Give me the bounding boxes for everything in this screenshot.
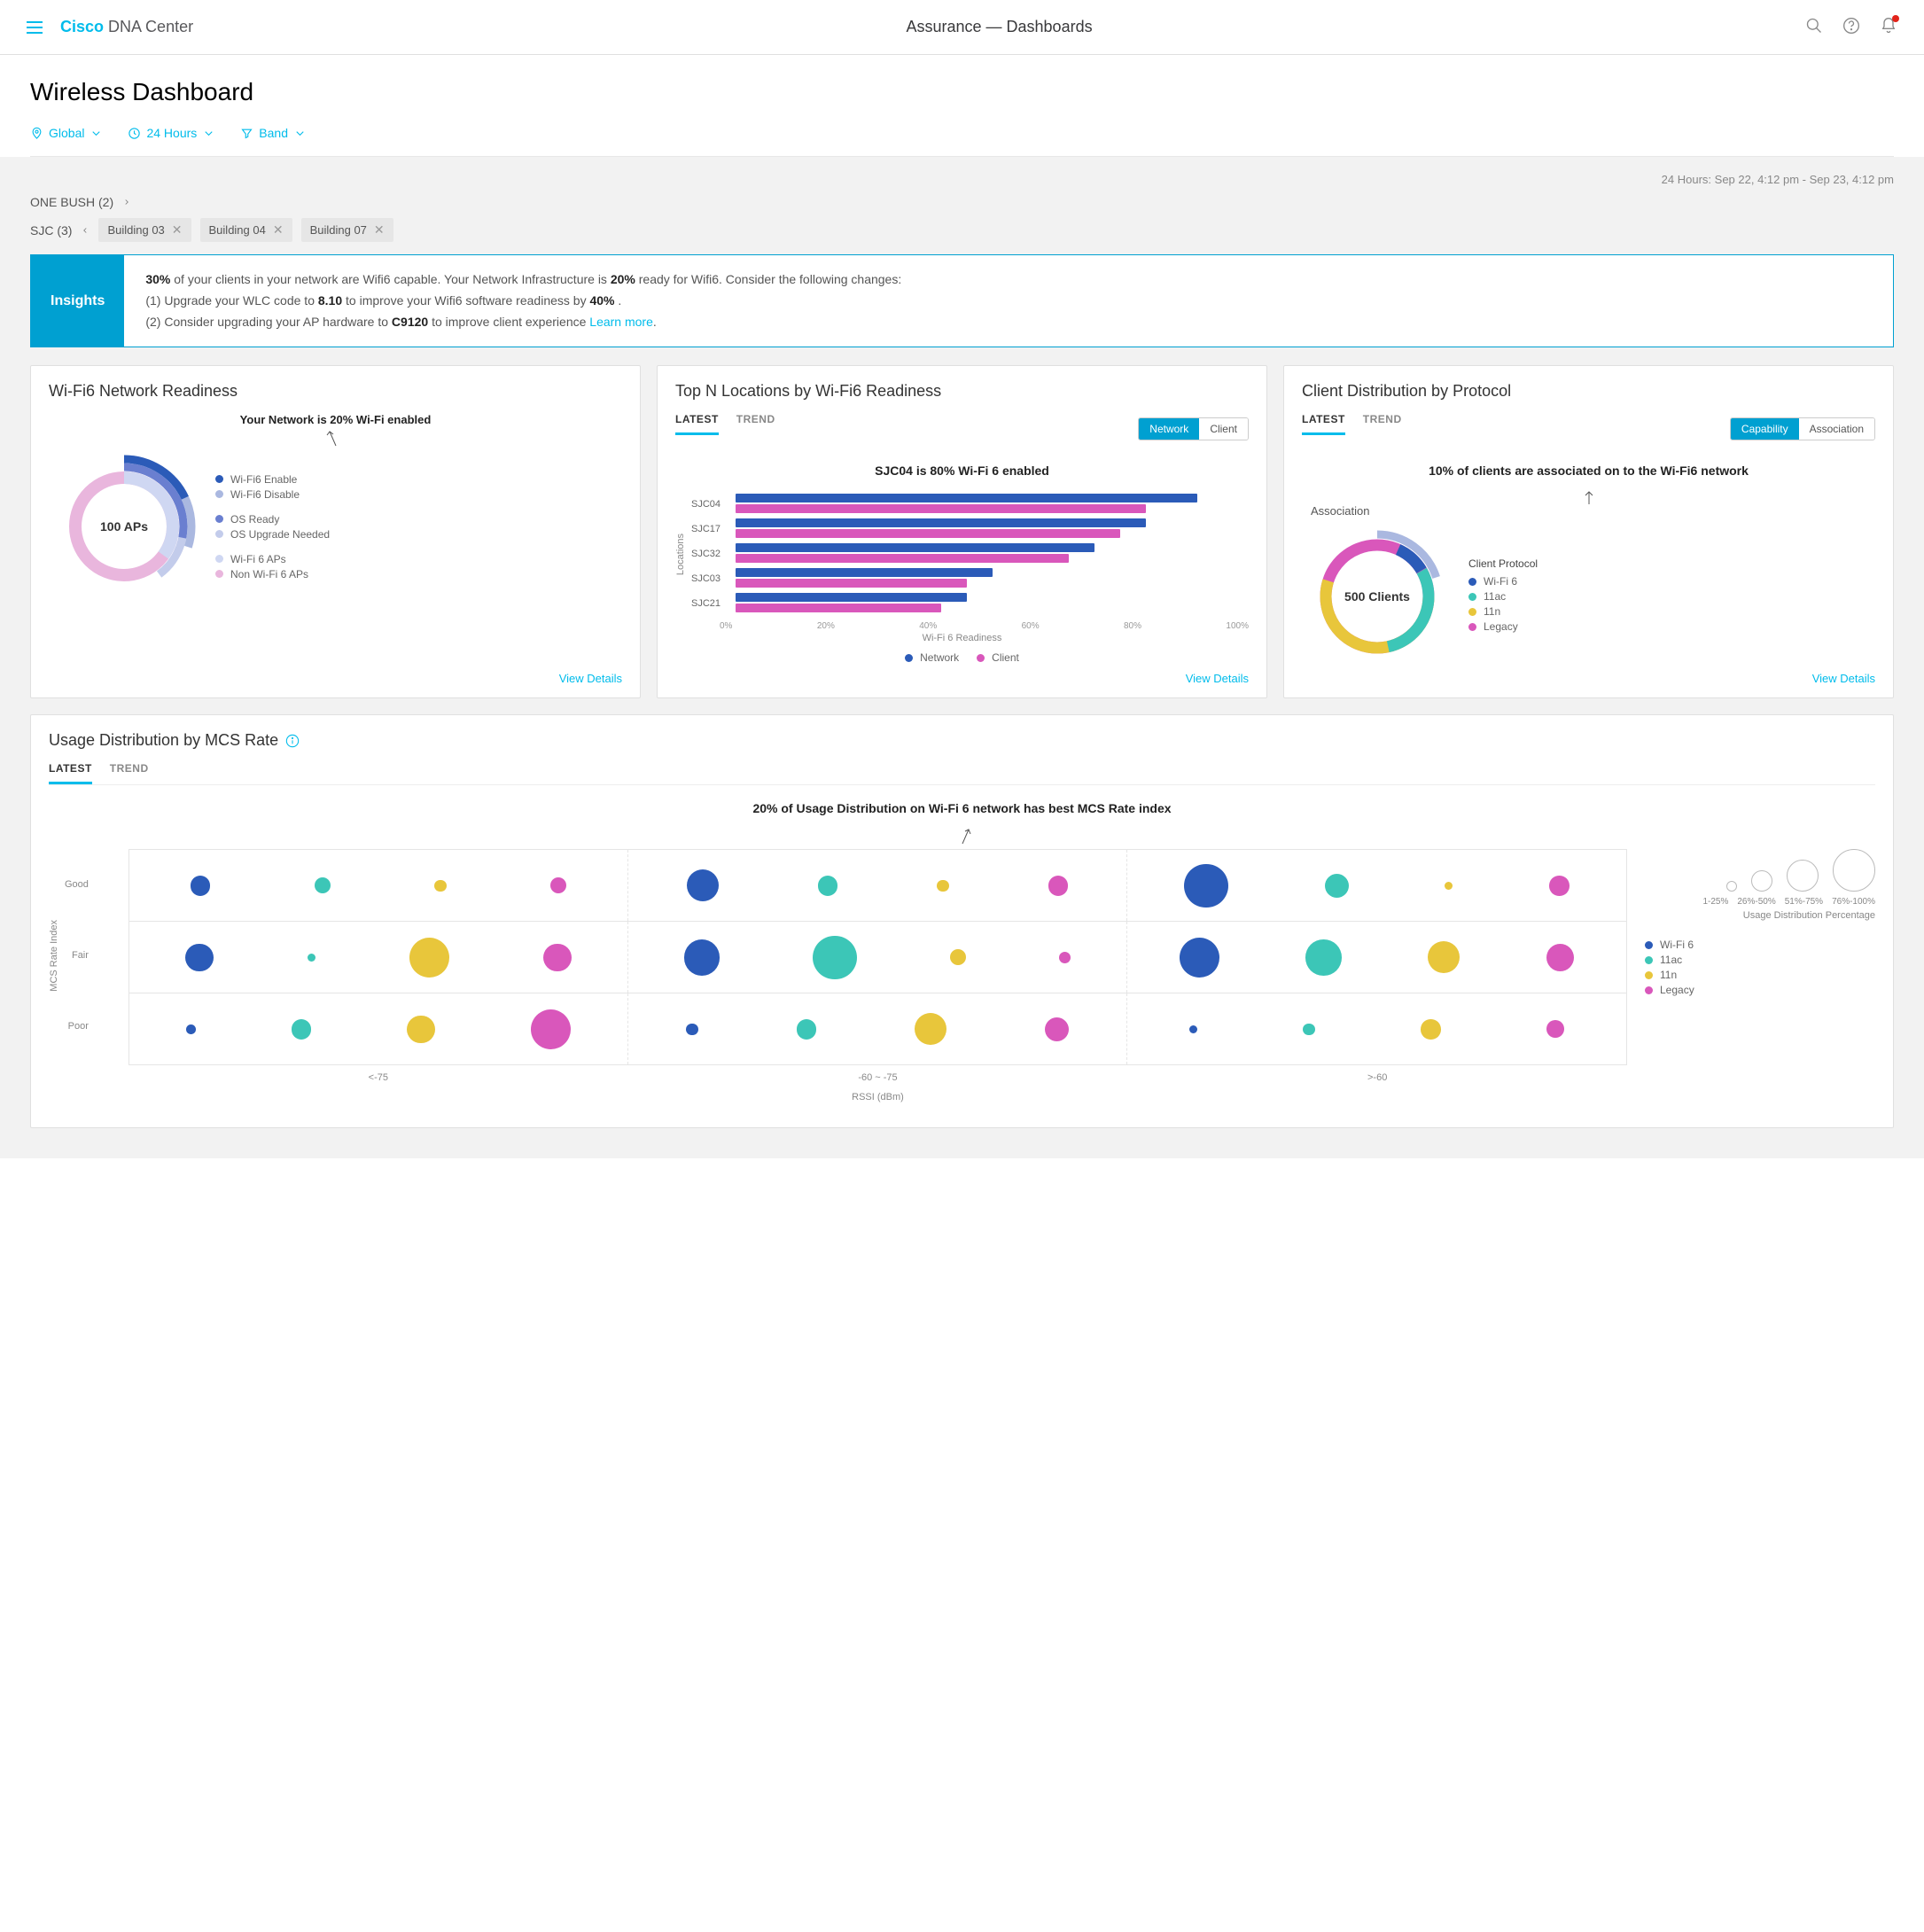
- card-title: Wi-Fi6 Network Readiness: [49, 382, 622, 401]
- arrow-icon: [323, 430, 349, 448]
- hamburger-icon[interactable]: [27, 21, 43, 34]
- toggle-client[interactable]: Client: [1199, 418, 1248, 440]
- mcs-legend: Wi-Fi 6 11ac 11n Legacy: [1645, 939, 1875, 996]
- filter-time[interactable]: 24 Hours: [128, 126, 215, 140]
- tab-trend[interactable]: TREND: [110, 762, 149, 784]
- card-title: Client Distribution by Protocol: [1302, 382, 1875, 401]
- filter-location[interactable]: Global: [30, 126, 103, 140]
- bell-icon[interactable]: [1880, 17, 1897, 37]
- view-details-link[interactable]: View Details: [49, 672, 622, 685]
- tab-trend[interactable]: TREND: [736, 413, 775, 435]
- chip-building-04[interactable]: Building 04✕: [200, 218, 292, 242]
- top-locations-bar-chart: SJC04 SJC17 SJC32 SJC03 SJC21: [691, 490, 1249, 618]
- toggle-association[interactable]: Association: [1799, 418, 1874, 440]
- brand-rest: DNA Center: [108, 18, 193, 35]
- tab-trend[interactable]: TREND: [1363, 413, 1402, 435]
- time-range: 24 Hours: Sep 22, 4:12 pm - Sep 23, 4:12…: [30, 173, 1894, 186]
- view-details-link[interactable]: View Details: [1302, 672, 1875, 685]
- svg-text:500 Clients: 500 Clients: [1344, 589, 1410, 604]
- chevron-right-icon: [122, 198, 131, 206]
- card-client-distribution: Client Distribution by Protocol LATEST T…: [1283, 365, 1894, 698]
- readiness-donut-chart: 100 APs: [49, 451, 199, 602]
- info-icon[interactable]: [285, 734, 300, 748]
- chevron-down-icon: [293, 127, 307, 140]
- search-icon[interactable]: [1805, 17, 1823, 37]
- card-usage-mcs: Usage Distribution by MCS Rate LATEST TR…: [30, 714, 1894, 1128]
- clock-icon: [128, 127, 141, 140]
- brand: Cisco DNA Center: [60, 18, 193, 36]
- svg-text:100 APs: 100 APs: [100, 519, 148, 534]
- close-icon[interactable]: ✕: [172, 222, 183, 238]
- size-legend: [1645, 849, 1875, 892]
- tab-latest[interactable]: LATEST: [49, 762, 92, 784]
- chip-building-03[interactable]: Building 03✕: [98, 218, 191, 242]
- view-details-link[interactable]: View Details: [675, 672, 1249, 685]
- card-wifi6-readiness: Wi-Fi6 Network Readiness Your Network is…: [30, 365, 641, 698]
- insights-body: 30% of your clients in your network are …: [124, 255, 923, 347]
- top-bar: Cisco DNA Center Assurance — Dashboards: [0, 0, 1924, 55]
- learn-more-link[interactable]: Learn more: [589, 315, 653, 329]
- insights-banner: Insights 30% of your clients in your net…: [30, 254, 1894, 347]
- toggle-network[interactable]: Network: [1139, 418, 1199, 440]
- pin-icon: [30, 127, 43, 140]
- toggle-capability-association[interactable]: Capability Association: [1730, 417, 1875, 440]
- help-icon[interactable]: [1842, 17, 1860, 37]
- chevron-left-icon: [81, 226, 90, 235]
- page-title: Wireless Dashboard: [30, 78, 1894, 106]
- toggle-capability[interactable]: Capability: [1731, 418, 1799, 440]
- location-row-1[interactable]: ONE BUSH (2): [30, 195, 1894, 209]
- client-legend: Client Protocol Wi-Fi 6 11ac 11n Legacy: [1468, 557, 1538, 635]
- chip-building-07[interactable]: Building 07✕: [301, 218, 393, 242]
- mcs-bubble-chart: [129, 849, 1627, 1065]
- close-icon[interactable]: ✕: [374, 222, 385, 238]
- card-title: Top N Locations by Wi-Fi6 Readiness: [675, 382, 1249, 401]
- tab-latest[interactable]: LATEST: [675, 413, 719, 435]
- filter-band[interactable]: Band: [240, 126, 307, 140]
- readiness-legend: Wi-Fi6 Enable Wi-Fi6 Disable OS Ready OS…: [215, 471, 330, 583]
- chevron-down-icon: [202, 127, 215, 140]
- funnel-icon: [240, 127, 253, 140]
- location-row-2: SJC (3) Building 03✕ Building 04✕ Buildi…: [30, 218, 1894, 242]
- insights-label: Insights: [31, 255, 124, 347]
- breadcrumb: Assurance — Dashboards: [193, 18, 1805, 36]
- client-donut-chart: 500 Clients: [1302, 521, 1453, 672]
- tab-latest[interactable]: LATEST: [1302, 413, 1345, 435]
- card-title: Usage Distribution by MCS Rate: [49, 731, 278, 750]
- card-top-locations: Top N Locations by Wi-Fi6 Readiness LATE…: [657, 365, 1267, 698]
- toggle-network-client[interactable]: Network Client: [1138, 417, 1249, 440]
- brand-bold: Cisco: [60, 18, 104, 35]
- arrow-icon: [949, 828, 976, 845]
- close-icon[interactable]: ✕: [273, 222, 284, 238]
- chevron-down-icon: [90, 127, 103, 140]
- filter-bar: Global 24 Hours Band: [30, 126, 1894, 157]
